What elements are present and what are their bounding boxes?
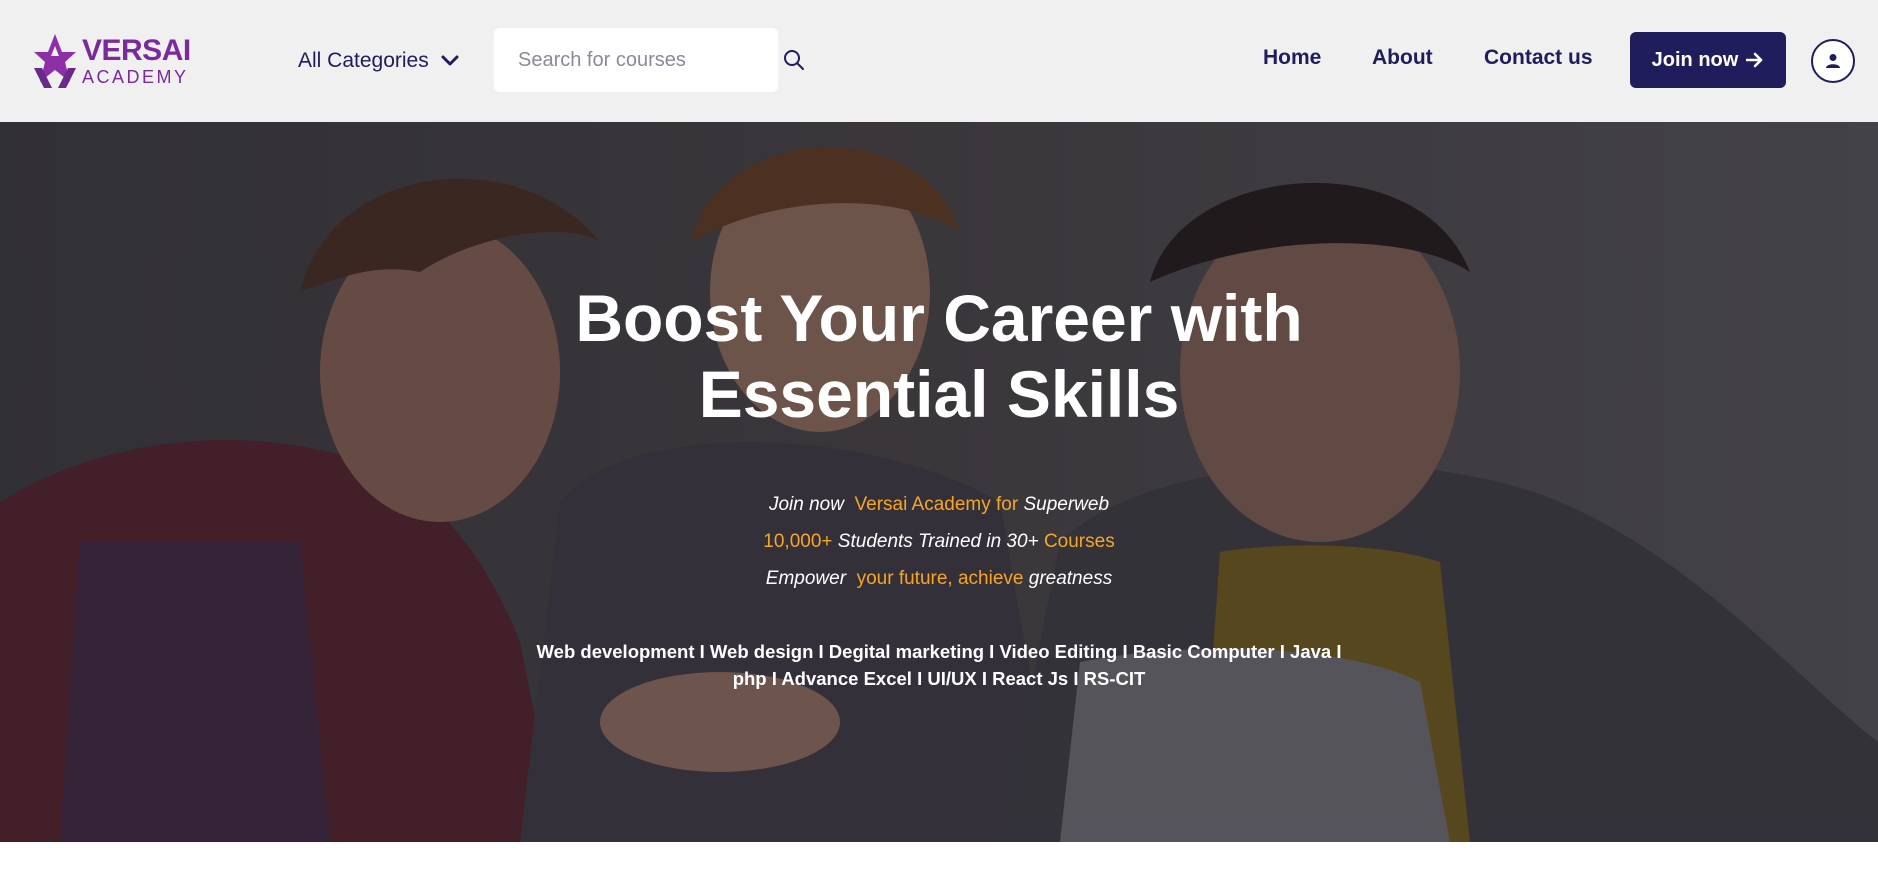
nav-link-about[interactable]: About [1372, 46, 1433, 70]
logo-wordmark: VERSAI ACADEMY [82, 34, 191, 87]
arrow-right-icon [1746, 52, 1763, 68]
course-list-line2: php I Advance Excel I UI/UX I React Js I… [732, 668, 1146, 689]
course-list: Web development I Web design I Degital m… [509, 638, 1369, 692]
chevron-down-icon [441, 55, 459, 66]
tagline-3-part-a: Empower [765, 568, 847, 589]
tagline-3-part-c: greatness [1028, 568, 1113, 589]
join-now-button[interactable]: Join now [1630, 32, 1786, 88]
hero-title-line1: Boost Your Career with [575, 281, 1303, 355]
logo-name-bottom: ACADEMY [82, 67, 189, 87]
tagline-2: 10,000+ Students Trained in 30+ Courses [539, 523, 1339, 560]
hero-title: Boost Your Career with Essential Skills [439, 280, 1439, 432]
tagline-1-part-a: Join now [768, 494, 844, 515]
tagline-1-part-b: Versai Academy for [854, 494, 1019, 515]
hero-dark-overlay [0, 122, 1878, 842]
join-now-label: Join now [1651, 48, 1739, 71]
tagline-1-part-c: Superweb [1023, 494, 1110, 515]
all-categories-dropdown[interactable]: All Categories [298, 44, 459, 78]
hero-banner: Boost Your Career with Essential Skills … [0, 122, 1878, 842]
site-header: VERSAI ACADEMY All Categories Home About… [0, 0, 1878, 122]
logo-mark-icon [34, 34, 76, 88]
tagline-3: Empower your future, achieve greatness [539, 560, 1339, 597]
tagline-2-part-b: Students Trained in 30+ [837, 531, 1039, 552]
nav-link-contact-us[interactable]: Contact us [1484, 46, 1593, 70]
tagline-1: Join now Versai Academy for Superweb [539, 486, 1339, 523]
user-icon [1826, 54, 1840, 68]
hero-title-line2: Essential Skills [698, 357, 1180, 431]
search-icon[interactable] [783, 48, 805, 72]
search-input[interactable] [518, 48, 783, 72]
tagline-2-part-a: 10,000+ [763, 531, 833, 552]
nav-link-home[interactable]: Home [1263, 46, 1321, 70]
logo-name-top: VERSAI [82, 34, 191, 67]
course-list-line1: Web development I Web design I Degital m… [536, 641, 1342, 662]
course-search-box [494, 28, 804, 92]
tagline-2-part-c: Courses [1043, 531, 1115, 552]
page-content-area [0, 842, 1878, 895]
hero-taglines: Join now Versai Academy for Superweb 10,… [539, 486, 1339, 597]
account-button[interactable] [1811, 39, 1855, 83]
versai-academy-logo[interactable]: VERSAI ACADEMY [32, 28, 227, 94]
tagline-3-part-b: your future, achieve [856, 568, 1024, 589]
all-categories-label: All Categories [298, 49, 429, 72]
